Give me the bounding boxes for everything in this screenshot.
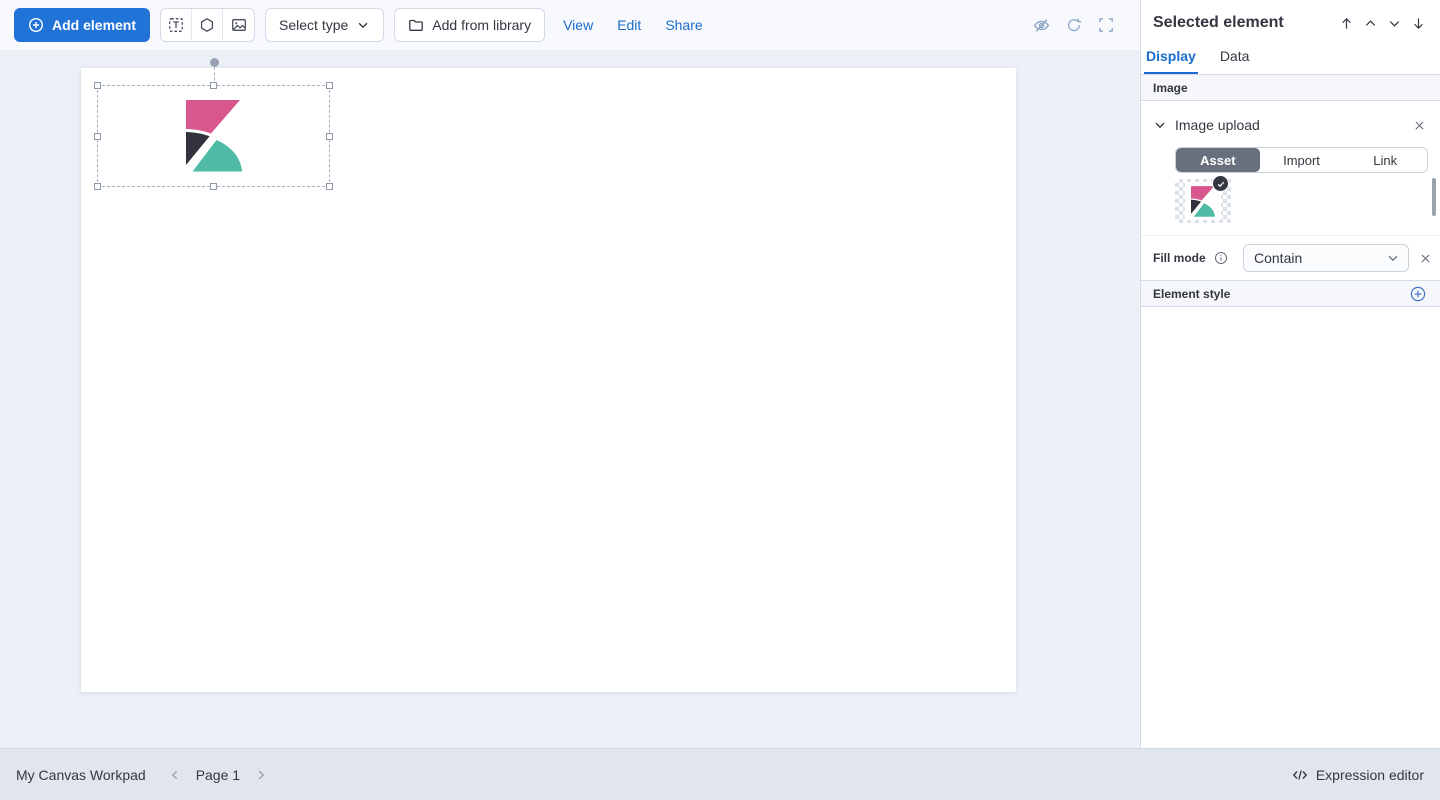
remove-fill-mode-icon[interactable]: [1419, 252, 1432, 265]
fullscreen-icon[interactable]: [1098, 17, 1114, 33]
image-upload-block: Image upload Asset Import Link: [1141, 101, 1440, 235]
workpad-view-controls: [1033, 17, 1126, 34]
add-style-icon[interactable]: [1410, 286, 1426, 302]
rotation-handle[interactable]: [210, 58, 219, 67]
image-section-title: Image: [1153, 81, 1188, 95]
send-backward-icon[interactable]: [1387, 16, 1402, 31]
shape-element-icon[interactable]: [192, 9, 223, 41]
next-page-icon[interactable]: [254, 768, 268, 782]
asset-selected-check-icon: [1212, 175, 1229, 192]
resize-handle-w[interactable]: [94, 133, 101, 140]
previous-page-icon[interactable]: [168, 768, 182, 782]
send-to-back-icon[interactable]: [1411, 16, 1426, 31]
image-upload-title: Image upload: [1175, 117, 1260, 133]
refresh-icon[interactable]: [1066, 17, 1082, 33]
workpad-footer: My Canvas Workpad Page 1 Expression edit…: [0, 748, 1440, 800]
fill-mode-select[interactable]: Contain: [1243, 244, 1409, 272]
chevron-down-icon: [356, 18, 370, 32]
workpad-page[interactable]: [81, 68, 1016, 692]
resize-handle-s[interactable]: [210, 183, 217, 190]
image-element-icon[interactable]: [223, 9, 254, 41]
bring-forward-icon[interactable]: [1363, 16, 1378, 31]
select-type-label: Select type: [279, 17, 348, 33]
image-upload-row: Image upload: [1153, 111, 1432, 139]
element-type-icon-group: [160, 8, 255, 42]
remove-argument-icon[interactable]: [1413, 119, 1426, 132]
fill-mode-value: Contain: [1254, 250, 1302, 266]
workpad-name[interactable]: My Canvas Workpad: [16, 767, 146, 783]
text-element-icon[interactable]: [161, 9, 192, 41]
resize-handle-se[interactable]: [326, 183, 333, 190]
image-section-header: Image: [1141, 74, 1440, 101]
view-link[interactable]: View: [563, 17, 593, 33]
element-style-title: Element style: [1153, 287, 1230, 301]
add-from-library-button[interactable]: Add from library: [394, 8, 545, 42]
mode-asset-button[interactable]: Asset: [1176, 148, 1260, 172]
accordion-chevron-down-icon[interactable]: [1153, 118, 1167, 132]
resize-handle-e[interactable]: [326, 133, 333, 140]
select-chevron-down-icon: [1386, 251, 1400, 265]
sidebar-header: Selected element: [1141, 0, 1440, 40]
sidebar-tabs: Display Data: [1141, 40, 1440, 74]
folder-icon: [408, 17, 424, 33]
resize-handle-sw[interactable]: [94, 183, 101, 190]
element-style-header: Element style: [1141, 280, 1440, 307]
layer-order-controls: [1339, 16, 1426, 31]
share-link[interactable]: Share: [665, 17, 702, 33]
view-mode-links: View Edit Share: [563, 17, 703, 33]
info-icon[interactable]: [1214, 251, 1228, 265]
select-type-dropdown[interactable]: Select type: [265, 8, 384, 42]
resize-handle-nw[interactable]: [94, 82, 101, 89]
page-navigation: Page 1: [168, 767, 268, 783]
fill-mode-row: Fill mode Contain: [1141, 235, 1440, 280]
selected-element-panel: Selected element: [1140, 0, 1440, 748]
mode-import-button[interactable]: Import: [1260, 148, 1344, 172]
expression-editor-label: Expression editor: [1316, 767, 1424, 783]
plus-circle-icon: [28, 17, 44, 33]
asset-thumbnail[interactable]: [1175, 179, 1231, 223]
image-source-button-group: Asset Import Link: [1175, 147, 1428, 173]
sidebar-title: Selected element: [1153, 14, 1284, 32]
expression-editor-toggle[interactable]: Expression editor: [1292, 767, 1424, 783]
page-label[interactable]: Page 1: [196, 767, 240, 783]
resize-handle-ne[interactable]: [326, 82, 333, 89]
hide-editing-controls-icon[interactable]: [1033, 17, 1050, 34]
bring-to-front-icon[interactable]: [1339, 16, 1354, 31]
sidebar-scrollbar[interactable]: [1432, 178, 1436, 216]
mode-link-button[interactable]: Link: [1343, 148, 1427, 172]
image-element-logo[interactable]: [186, 100, 242, 172]
tab-display[interactable]: Display: [1144, 42, 1198, 74]
tab-data[interactable]: Data: [1218, 42, 1252, 74]
add-element-button[interactable]: Add element: [14, 8, 150, 42]
add-from-library-label: Add from library: [432, 17, 531, 33]
resize-handle-n[interactable]: [210, 82, 217, 89]
add-element-label: Add element: [52, 17, 136, 33]
canvas-workspace[interactable]: [0, 50, 1140, 748]
edit-link[interactable]: Edit: [617, 17, 641, 33]
fill-mode-label: Fill mode: [1153, 251, 1206, 265]
top-toolbar: Add element Select type: [0, 0, 1140, 50]
code-icon: [1292, 767, 1308, 783]
